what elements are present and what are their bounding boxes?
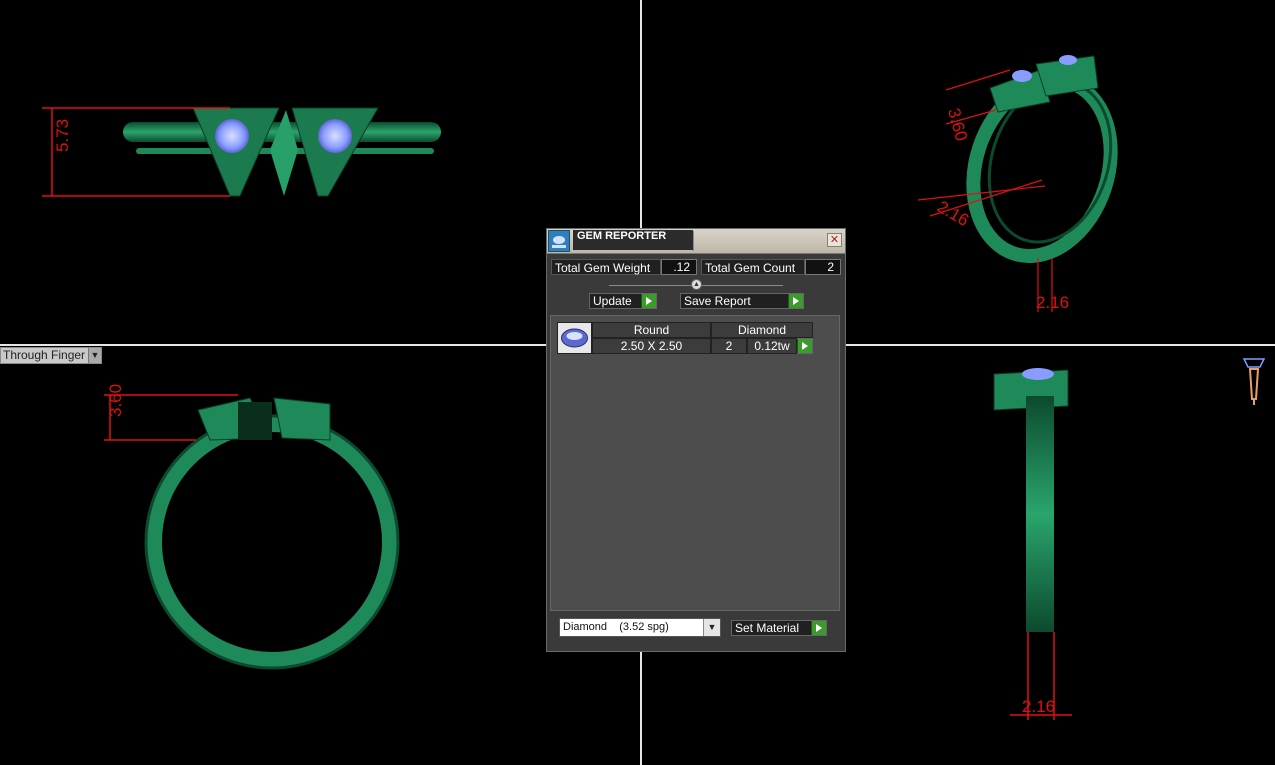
round-gem-thumbnail-icon [557, 322, 592, 354]
set-material-button[interactable]: Set Material [731, 620, 827, 636]
perspective-view: 3.60 2.16 2.16 [917, 55, 1118, 312]
dim-front-height: 5.73 [53, 119, 72, 152]
play-icon [788, 294, 803, 308]
gem-details-button[interactable] [797, 338, 813, 354]
dialog-title: GEM REPORTER [573, 230, 693, 250]
gem-size: 2.50 X 2.50 [592, 338, 711, 354]
gem-count: 2 [711, 338, 747, 354]
gem-weight: 0.12tw [747, 338, 797, 354]
chevron-down-icon[interactable]: ▼ [88, 348, 101, 363]
titlebar-separator [693, 231, 694, 251]
close-icon[interactable]: ✕ [827, 233, 842, 247]
material-select[interactable]: Diamond (3.52 spg) ▼ [559, 618, 721, 637]
update-label: Update [593, 294, 632, 308]
dialog-titlebar[interactable]: GEM REPORTER ✕ [547, 229, 845, 254]
total-gem-weight-value: .12 [661, 259, 697, 275]
dim-top-height: 3.60 [106, 384, 125, 417]
total-gem-count-value: 2 [805, 259, 841, 275]
gem-shape: Round [592, 322, 711, 338]
dim-persp-height: 3.60 [944, 106, 971, 143]
play-icon [641, 294, 656, 308]
dim-side-width: 2.16 [1022, 697, 1055, 716]
set-material-label: Set Material [735, 621, 800, 635]
side-view: 2.16 [993, 368, 1072, 720]
play-icon [797, 339, 812, 353]
chevron-down-icon[interactable]: ▼ [703, 619, 720, 636]
collapse-icon[interactable]: ▲ [691, 279, 702, 290]
material-select-value: Diamond (3.52 spg) [563, 621, 669, 633]
front-view: 5.73 [42, 107, 441, 197]
list-item[interactable]: Round Diamond 2.50 X 2.50 2 0.12tw [557, 321, 815, 354]
play-icon [811, 621, 826, 635]
gem-reporter-logo-icon [548, 230, 570, 252]
gem-reporter-dialog: GEM REPORTER ✕ Total Gem Weight .12 Tota… [546, 228, 846, 652]
view-mode-label: Through Finger [3, 348, 86, 362]
total-gem-weight-label: Total Gem Weight [551, 259, 661, 275]
update-button[interactable]: Update [589, 293, 657, 309]
view-mode-dropdown[interactable]: Through Finger ▼ [0, 347, 102, 364]
top-view: 3.60 [104, 384, 400, 670]
gem-tool-icon[interactable] [1240, 355, 1268, 407]
dim-persp-width: 2.16 [934, 197, 972, 230]
gem-list: Round Diamond 2.50 X 2.50 2 0.12tw [550, 315, 840, 611]
save-report-button[interactable]: Save Report [680, 293, 804, 309]
save-report-label: Save Report [684, 294, 751, 308]
gem-material: Diamond [711, 322, 813, 338]
total-gem-count-label: Total Gem Count [701, 259, 805, 275]
dim-persp-band: 2.16 [1036, 293, 1069, 312]
